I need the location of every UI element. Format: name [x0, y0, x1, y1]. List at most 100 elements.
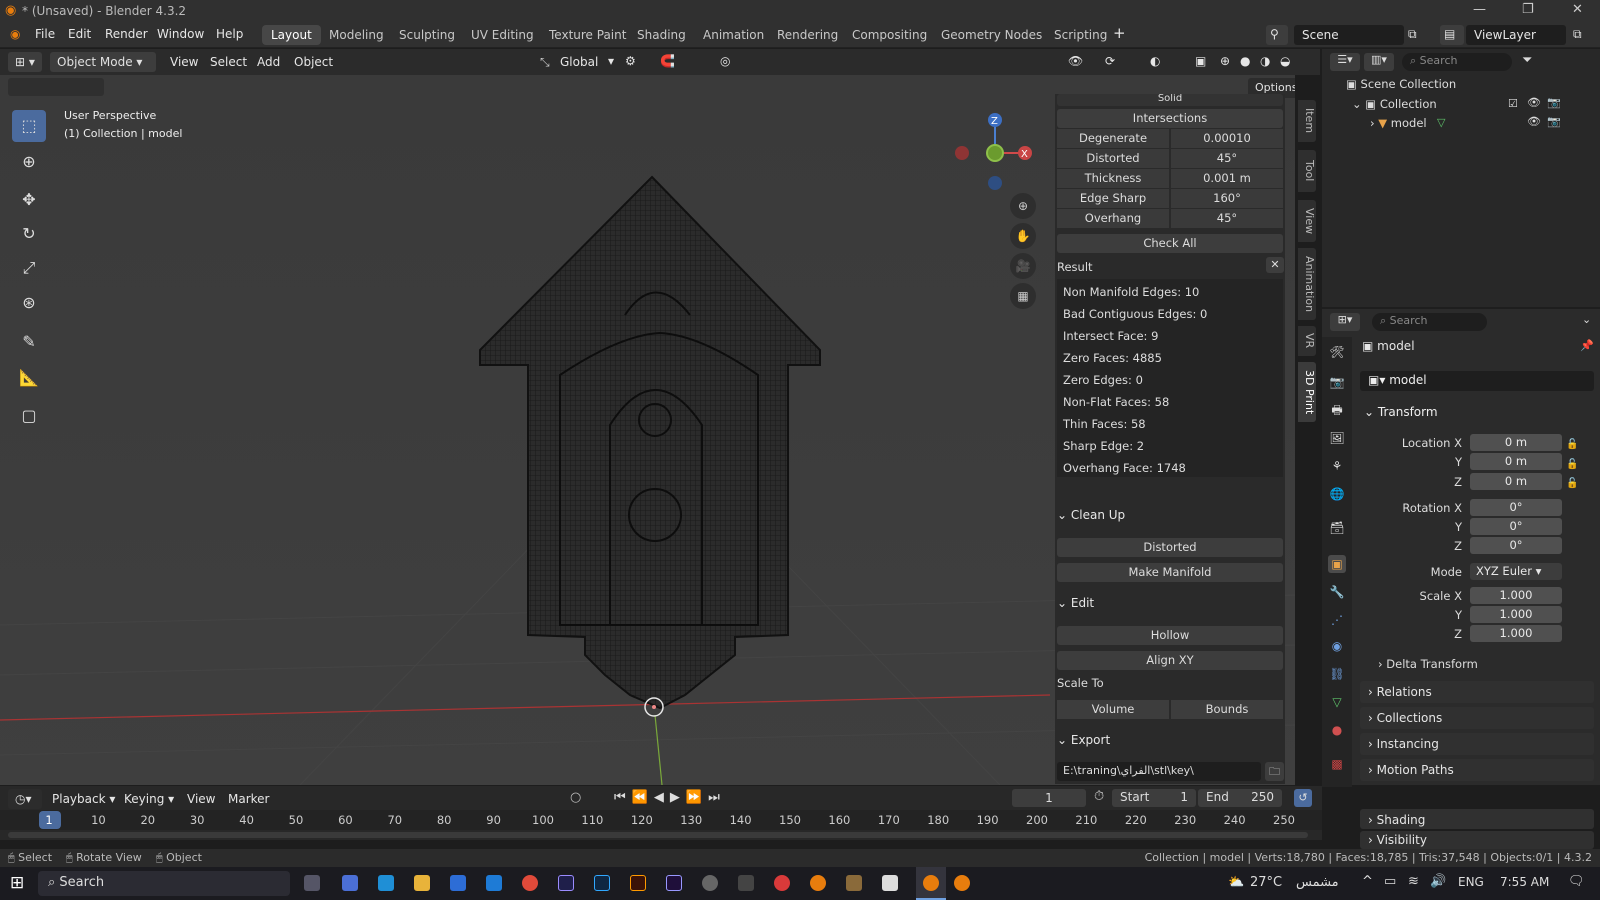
visibility-icon[interactable]: 👁 [1068, 54, 1083, 68]
annotate-icon[interactable]: ✎ [12, 326, 46, 358]
viewport-menu-select[interactable]: Select [210, 55, 247, 69]
export-path-field[interactable]: E:\traning\ﺍﻟﻔﺮﺍﻱ\stl\key\ [1057, 762, 1261, 781]
clear-result-icon[interactable]: ✕ [1266, 257, 1284, 273]
tab-3d-print[interactable]: 3D Print [1298, 362, 1316, 422]
result-item[interactable]: Overhang Face: 1748 [1063, 461, 1186, 475]
record-icon[interactable]: ○ [570, 790, 581, 805]
battery-icon[interactable]: ▭ [1384, 874, 1396, 889]
editor-type-icon[interactable]: ⊞ ▾ [8, 52, 42, 72]
particles-tab-icon[interactable]: ⋰ [1328, 611, 1346, 629]
playback-controls[interactable]: ⏮⏪◀▶⏩⏭ [614, 790, 726, 805]
volume-icon[interactable]: 🔊 [1430, 874, 1446, 889]
degenerate-value[interactable]: 0.00010 [1171, 129, 1283, 148]
view-layer-tab-icon[interactable]: 🖼 [1328, 429, 1346, 447]
delta-transform-header[interactable]: › Delta Transform [1378, 657, 1478, 671]
timeline-view-menu[interactable]: View [187, 792, 215, 806]
menu-file[interactable]: File [35, 27, 55, 41]
proportional-edit-icon[interactable]: ◎ [720, 54, 730, 68]
constraints-tab-icon[interactable]: ⛓ [1328, 665, 1346, 683]
degenerate-row[interactable]: Degenerate 0.00010 [1057, 129, 1283, 148]
after-effects-icon[interactable] [558, 875, 574, 891]
view-layer-field[interactable]: ViewLayer [1466, 25, 1566, 45]
folder-icon[interactable]: 🗀 [1265, 762, 1284, 781]
tab-compositing[interactable]: Compositing [843, 25, 936, 45]
model-item[interactable]: › ▼ model [1370, 116, 1427, 130]
collection-item[interactable]: ⌄ ▣ Collection [1352, 97, 1437, 111]
rotation-y-field[interactable]: 0° [1470, 518, 1562, 535]
view-layer-icon[interactable]: ▤ [1440, 25, 1464, 45]
store-icon[interactable] [450, 875, 466, 891]
pan-hand-icon[interactable]: ✋ [1010, 223, 1036, 249]
weather-icon[interactable]: ⛅ [1228, 875, 1244, 890]
object-name-field[interactable]: ▣▾ model [1360, 371, 1594, 391]
intersections-button[interactable]: Intersections [1057, 109, 1283, 128]
rotation-x-field[interactable]: 0° [1470, 499, 1562, 516]
tab-rendering[interactable]: Rendering [768, 25, 847, 45]
filter-icon[interactable]: ⏷ [1522, 53, 1532, 68]
marker-menu[interactable]: Marker [228, 792, 269, 806]
tab-vr[interactable]: VR [1298, 326, 1316, 356]
location-z-field[interactable]: 0 m [1470, 473, 1562, 490]
result-item[interactable]: Intersect Face: 9 [1063, 329, 1158, 343]
scene-copy-icon[interactable]: ⧉ [1408, 27, 1417, 42]
timeline-editor-icon[interactable]: ◷▾ [8, 789, 42, 809]
result-item[interactable]: Sharp Edge: 2 [1063, 439, 1144, 453]
tab-tool[interactable]: Tool [1298, 150, 1316, 192]
gizmo-y-icon[interactable] [986, 144, 1004, 162]
tray-chevron-icon[interactable]: ^ [1362, 874, 1373, 889]
orientation-arrow-icon[interactable]: ▾ [608, 54, 614, 68]
shading-solid-icon[interactable]: ● [1240, 54, 1250, 68]
collection-checkbox-icon[interactable]: ☑ [1508, 97, 1518, 110]
outliner-editor-icon[interactable]: ☰▾ [1330, 53, 1360, 71]
result-item[interactable]: Non Manifold Edges: 10 [1063, 285, 1199, 299]
texture-tab-icon[interactable]: ▩ [1328, 755, 1346, 773]
scene-collection-item[interactable]: ▣ Scene Collection [1346, 77, 1456, 91]
app-icon-red[interactable] [774, 875, 790, 891]
language-indicator[interactable]: ENG [1458, 875, 1484, 889]
properties-options-icon[interactable]: ⌄ [1582, 313, 1591, 326]
close-icon[interactable]: ✕ [1572, 2, 1583, 17]
gizmo-icon[interactable]: ⟳ [1105, 54, 1115, 68]
measure-icon[interactable]: 📐 [12, 362, 46, 394]
scale-z-field[interactable]: 1.000 [1470, 625, 1562, 642]
thickness-label[interactable]: Thickness [1057, 169, 1169, 188]
app-icon-game[interactable] [846, 875, 862, 891]
timeline-scrollbar[interactable] [8, 832, 1308, 838]
clock[interactable]: 7:55 AM [1500, 875, 1549, 889]
keying-menu[interactable]: Keying ▾ [124, 792, 174, 806]
app-icon-white[interactable] [882, 875, 898, 891]
scene-name-field[interactable]: Scene [1294, 25, 1404, 45]
view-layer-copy-icon[interactable]: ⧉ [1573, 27, 1582, 42]
scale-x-field[interactable]: 1.000 [1470, 587, 1562, 604]
bounds-button[interactable]: Bounds [1171, 700, 1283, 719]
result-item[interactable]: Zero Faces: 4885 [1063, 351, 1162, 365]
select-box-icon[interactable]: ⬚ [12, 110, 46, 142]
zoom-icon[interactable]: ⊕ [1010, 193, 1036, 219]
menu-render[interactable]: Render [105, 27, 148, 41]
tab-modeling[interactable]: Modeling [320, 25, 393, 45]
overhang-row[interactable]: Overhang 45° [1057, 209, 1283, 228]
shading-rendered-icon[interactable]: ◒ [1280, 54, 1290, 68]
align-xy-button[interactable]: Align XY [1057, 651, 1283, 670]
object-mode-dropdown[interactable]: Object Mode ▾ [50, 52, 156, 72]
rotate-icon[interactable]: ↻ [12, 218, 46, 250]
cleanup-section-header[interactable]: ⌄ Clean Up [1057, 508, 1125, 522]
tab-animation[interactable]: Animation [694, 25, 773, 45]
blender-active-icon[interactable] [916, 867, 946, 900]
minimize-icon[interactable]: — [1473, 2, 1486, 17]
outliner-search-input[interactable]: ⌕ Search [1402, 53, 1512, 71]
tab-item[interactable]: Item [1298, 100, 1316, 142]
shading-material-icon[interactable]: ◑ [1260, 54, 1270, 68]
pivot-icon[interactable]: ⚙ [625, 54, 636, 68]
move-icon[interactable]: ✥ [12, 184, 46, 216]
result-item[interactable]: Thin Faces: 58 [1063, 417, 1146, 431]
tab-geometry-nodes[interactable]: Geometry Nodes [932, 25, 1051, 45]
mesh-data-icon[interactable]: ▽ [1437, 116, 1445, 129]
collection-eye-icon[interactable]: 👁 [1527, 96, 1541, 109]
edge-sharp-label[interactable]: Edge Sharp [1057, 189, 1169, 208]
camera-view-icon[interactable]: 🎥 [1010, 253, 1036, 279]
collection-tab-icon[interactable]: 🗃 [1328, 519, 1346, 537]
edge-icon[interactable] [378, 875, 394, 891]
wifi-icon[interactable]: ≋ [1408, 874, 1419, 889]
overhang-label[interactable]: Overhang [1057, 209, 1169, 228]
